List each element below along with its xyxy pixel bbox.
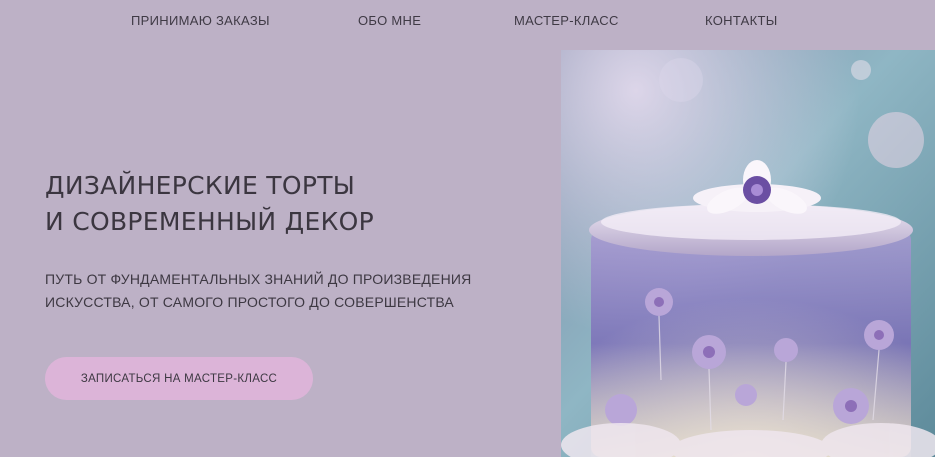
nav-link-about[interactable]: ОБО МНЕ [358,13,421,28]
cake-photo [561,50,935,457]
hero-subtitle-line-1: ПУТЬ ОТ ФУНДАМЕНТАЛЬНЫХ ЗНАНИЙ ДО ПРОИЗВ… [45,271,472,287]
hero-title: ДИЗАЙНЕРСКИЕ ТОРТЫ И СОВРЕМЕННЫЙ ДЕКОР [45,168,374,240]
top-navigation: ПРИНИМАЮ ЗАКАЗЫ ОБО МНЕ МАСТЕР-КЛАСС КОН… [0,0,935,42]
signup-masterclass-button[interactable]: ЗАПИСАТЬСЯ НА МАСТЕР-КЛАСС [45,357,313,400]
nav-link-contacts[interactable]: КОНТАКТЫ [705,13,778,28]
hero-subtitle-line-2: ИСКУССТВА, ОТ САМОГО ПРОСТОГО ДО СОВЕРШЕ… [45,294,454,310]
hero-title-line-2: И СОВРЕМЕННЫЙ ДЕКОР [45,207,375,236]
nav-link-orders[interactable]: ПРИНИМАЮ ЗАКАЗЫ [131,13,270,28]
hero-subtitle: ПУТЬ ОТ ФУНДАМЕНТАЛЬНЫХ ЗНАНИЙ ДО ПРОИЗВ… [45,268,471,314]
hero-title-line-1: ДИЗАЙНЕРСКИЕ ТОРТЫ [45,171,356,200]
nav-link-masterclass[interactable]: МАСТЕР-КЛАСС [514,13,619,28]
cake-illustration [561,50,935,457]
